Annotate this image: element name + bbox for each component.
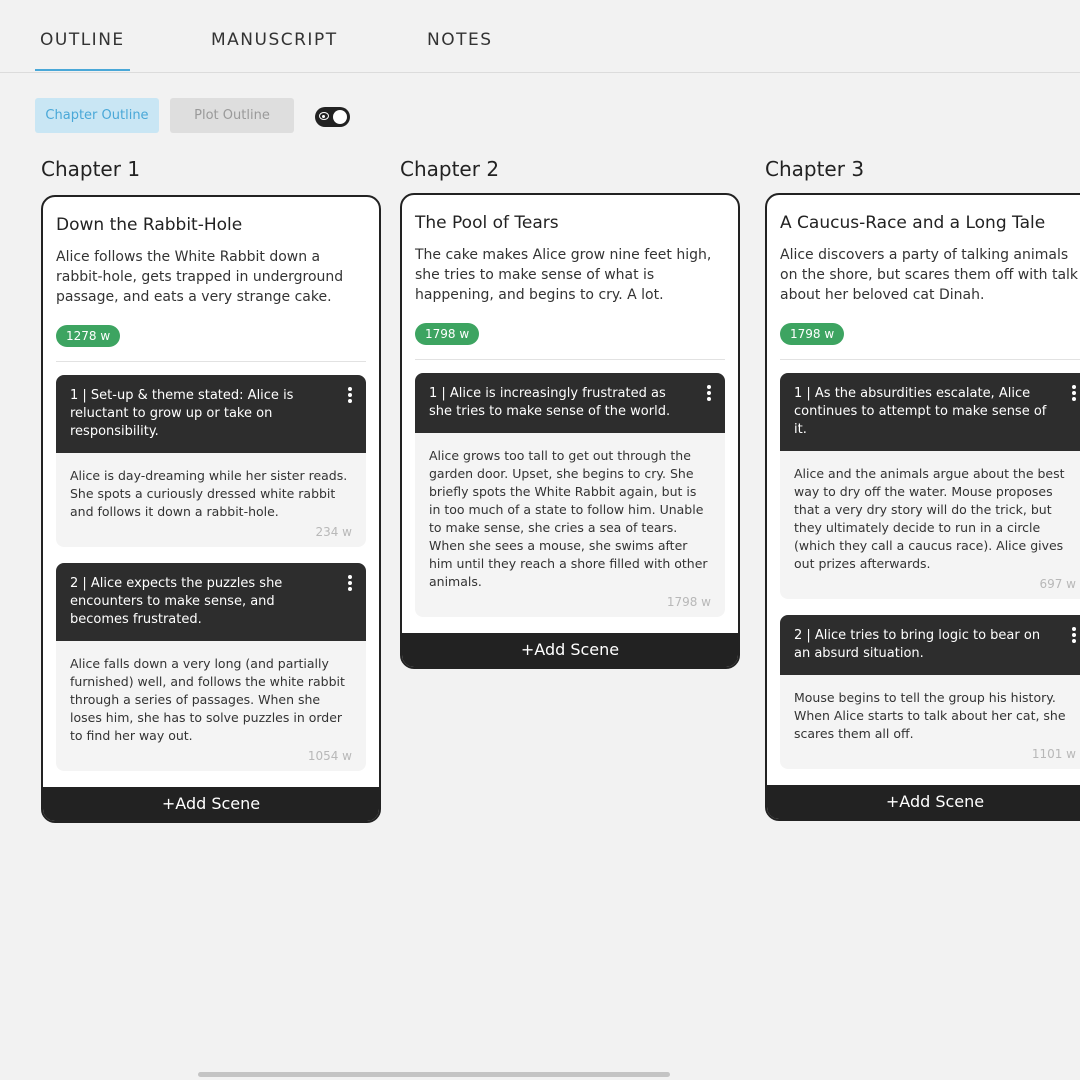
scene-header: 1 | As the absurdities escalate, Alice c… <box>780 373 1080 451</box>
scene-title: 1 | Set-up & theme stated: Alice is relu… <box>70 388 294 439</box>
scene-title: 1 | Alice is increasingly frustrated as … <box>429 386 671 419</box>
eye-icon <box>319 112 329 120</box>
chapter-summary: Alice follows the White Rabbit down a ra… <box>56 249 344 305</box>
chapter-heading: Chapter 3 <box>765 157 865 181</box>
tab-outline[interactable]: OUTLINE <box>35 30 130 71</box>
scene-word-count: 697 w <box>1039 577 1076 591</box>
scene-card[interactable]: 2 | Alice tries to bring logic to bear o… <box>780 615 1080 769</box>
add-scene-button[interactable]: +Add Scene <box>43 787 379 821</box>
scene-description: Alice grows too tall to get out through … <box>429 448 708 589</box>
chapter-title[interactable]: Down the Rabbit-Hole <box>56 215 366 235</box>
word-count-badge: 1278 w <box>56 325 121 347</box>
scene-word-count: 1798 w <box>666 595 711 609</box>
scene-description: Alice falls down a very long (and partia… <box>70 656 345 743</box>
more-options-icon[interactable] <box>707 385 711 403</box>
visibility-toggle[interactable] <box>315 107 350 127</box>
top-tab-bar: OUTLINE MANUSCRIPT NOTES <box>0 0 1080 73</box>
scene-description: Mouse begins to tell the group his histo… <box>794 690 1066 741</box>
scene-header: 2 | Alice expects the puzzles she encoun… <box>56 563 366 641</box>
home-indicator[interactable] <box>198 1072 670 1077</box>
divider <box>415 359 725 360</box>
chapter-card: The Pool of Tears The cake makes Alice g… <box>400 193 740 669</box>
chapter-heading: Chapter 2 <box>400 157 500 181</box>
word-count-badge: 1798 w <box>415 323 480 345</box>
divider <box>56 361 366 362</box>
more-options-icon[interactable] <box>348 575 352 593</box>
scene-title: 2 | Alice expects the puzzles she encoun… <box>70 576 283 627</box>
tab-notes[interactable]: NOTES <box>427 30 493 50</box>
chapter-summary: Alice discovers a party of talking anima… <box>780 247 1079 303</box>
scene-word-count: 1101 w <box>1031 747 1076 761</box>
scene-header: 1 | Set-up & theme stated: Alice is relu… <box>56 375 366 453</box>
scene-card[interactable]: 2 | Alice expects the puzzles she encoun… <box>56 563 366 771</box>
scene-title: 1 | As the absurdities escalate, Alice c… <box>794 386 1047 437</box>
scene-card[interactable]: 1 | Set-up & theme stated: Alice is relu… <box>56 375 366 547</box>
scene-word-count: 234 w <box>315 525 352 539</box>
scene-title: 2 | Alice tries to bring logic to bear o… <box>794 628 1041 661</box>
plot-outline-button[interactable]: Plot Outline <box>170 98 294 133</box>
scene-header: 1 | Alice is increasingly frustrated as … <box>415 373 725 433</box>
divider <box>780 359 1080 360</box>
more-options-icon[interactable] <box>1072 385 1076 403</box>
toggle-knob <box>333 110 347 124</box>
add-scene-button[interactable]: +Add Scene <box>402 633 738 667</box>
scene-word-count: 1054 w <box>307 749 352 763</box>
chapter-card: A Caucus-Race and a Long Tale Alice disc… <box>765 193 1080 821</box>
more-options-icon[interactable] <box>348 387 352 405</box>
tab-manuscript[interactable]: MANUSCRIPT <box>211 30 338 50</box>
chapter-title[interactable]: A Caucus-Race and a Long Tale <box>780 213 1080 233</box>
scene-header: 2 | Alice tries to bring logic to bear o… <box>780 615 1080 675</box>
word-count-badge: 1798 w <box>780 323 845 345</box>
chapter-card: Down the Rabbit-Hole Alice follows the W… <box>41 195 381 823</box>
scene-card[interactable]: 1 | As the absurdities escalate, Alice c… <box>780 373 1080 599</box>
scene-description: Alice and the animals argue about the be… <box>794 466 1065 571</box>
scene-description: Alice is day-dreaming while her sister r… <box>70 468 348 519</box>
chapter-heading: Chapter 1 <box>41 157 141 181</box>
add-scene-button[interactable]: +Add Scene <box>767 785 1080 819</box>
more-options-icon[interactable] <box>1072 627 1076 645</box>
chapter-title[interactable]: The Pool of Tears <box>415 213 725 233</box>
scene-card[interactable]: 1 | Alice is increasingly frustrated as … <box>415 373 725 617</box>
chapter-summary: The cake makes Alice grow nine feet high… <box>415 247 712 303</box>
chapter-outline-button[interactable]: Chapter Outline <box>35 98 159 133</box>
